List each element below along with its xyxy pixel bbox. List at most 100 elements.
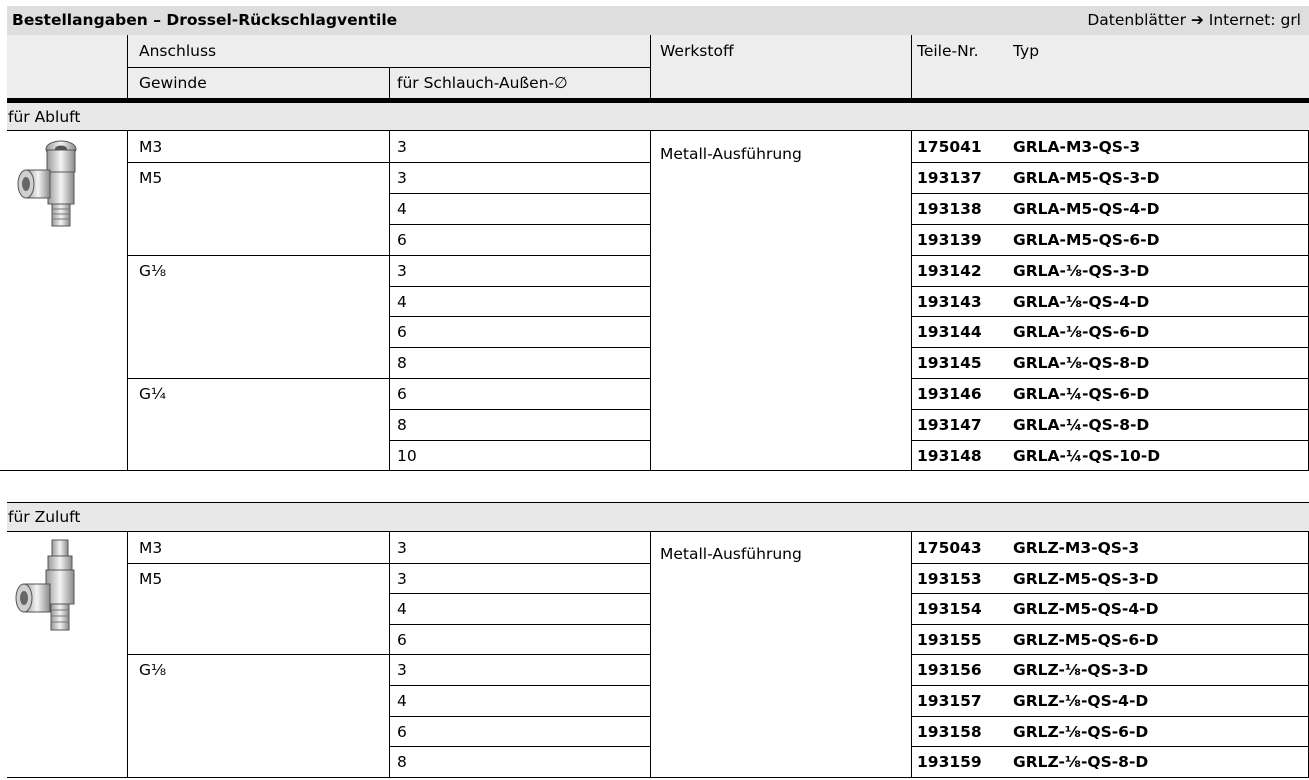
row-divider [389,347,650,348]
type-code: GRLZ-M3-QS-3 [1013,539,1140,557]
col-header-typ: Typ [1013,42,1040,60]
part-number: 175041 [917,138,982,156]
schlauch-cell: 8 [397,354,407,372]
gewinde-cell: M3 [139,138,163,156]
part-number: 193155 [917,631,982,649]
page-title: Bestellangaben – Drossel-Rückschlagventi… [12,11,398,29]
schlauch-cell: 6 [397,323,407,341]
col-divider [389,67,390,99]
row-divider [911,593,1309,594]
section-title: für Abluft [8,108,81,126]
schlauch-cell: 3 [397,138,407,156]
schlauch-cell: 3 [397,169,407,187]
schlauch-cell: 8 [397,753,407,771]
row-divider [389,255,650,256]
supply-valve-icon [15,539,75,631]
part-number: 193146 [917,385,982,403]
row-divider [911,624,1309,625]
row-divider [911,316,1309,317]
gewinde-cell: G⅛ [139,661,167,679]
gewinde-cell: G¼ [139,385,167,403]
col-divider [650,131,651,471]
row-divider [389,409,650,410]
section-rule [7,531,1309,532]
section-rule [7,130,1309,131]
part-number: 193156 [917,661,982,679]
row-divider [911,378,1309,379]
table-bottom-rule [7,777,1309,778]
row-divider [911,162,1309,163]
type-code: GRLA-M5-QS-6-D [1013,231,1160,249]
part-number: 193159 [917,753,982,771]
row-divider [389,316,650,317]
schlauch-cell: 10 [397,447,417,465]
exhaust-valve-icon [17,140,77,227]
type-code: GRLZ-M5-QS-4-D [1013,600,1159,618]
type-code: GRLA-M3-QS-3 [1013,138,1141,156]
schlauch-cell: 6 [397,231,407,249]
row-divider [911,746,1309,747]
row-divider [389,563,650,564]
row-divider [127,255,389,256]
row-divider [389,162,650,163]
header-divider [127,67,650,68]
part-number: 193143 [917,293,982,311]
row-divider [389,286,650,287]
type-code: GRLA-⅛-QS-4-D [1013,293,1150,311]
part-number: 193157 [917,692,982,710]
row-divider [389,716,650,717]
part-number: 193147 [917,416,982,434]
part-number: 193153 [917,570,982,588]
row-divider [911,563,1309,564]
type-code: GRLA-¼-QS-10-D [1013,447,1161,465]
schlauch-cell: 3 [397,262,407,280]
col-divider [389,131,390,471]
schlauch-cell: 4 [397,692,407,710]
section-end-rule [0,470,1309,471]
type-code: GRLA-¼-QS-6-D [1013,385,1150,403]
col-header-anschluss: Anschluss [139,42,217,60]
col-header-schlauch: für Schlauch-Außen-∅ [397,74,568,92]
col-header-teilenr: Teile-Nr. [917,42,979,60]
part-number: 193145 [917,354,982,372]
part-number: 193158 [917,723,982,741]
part-number: 175043 [917,539,982,557]
type-code: GRLA-M5-QS-3-D [1013,169,1160,187]
schlauch-cell: 3 [397,661,407,679]
row-divider [389,624,650,625]
type-code: GRLZ-⅛-QS-8-D [1013,753,1149,771]
row-divider [389,685,650,686]
type-code: GRLA-⅛-QS-8-D [1013,354,1150,372]
gewinde-cell: M5 [139,570,163,588]
col-header-werkstoff: Werkstoff [660,42,734,60]
col-divider [127,131,128,471]
row-divider [911,347,1309,348]
datasheet-reference: Datenblätter ➔ Internet: grl [1087,11,1301,29]
type-code: GRLA-M5-QS-4-D [1013,200,1160,218]
type-code: GRLA-⅛-QS-3-D [1013,262,1150,280]
row-divider [911,193,1309,194]
row-divider [911,255,1309,256]
section-bar [7,103,1309,131]
schlauch-cell: 6 [397,385,407,403]
col-divider [650,532,651,777]
row-divider [389,593,650,594]
row-divider [911,224,1309,225]
schlauch-cell: 4 [397,293,407,311]
row-divider [911,286,1309,287]
section-bar [7,503,1309,531]
gewinde-cell: M5 [139,169,163,187]
row-divider [389,224,650,225]
type-code: GRLZ-⅛-QS-6-D [1013,723,1149,741]
row-divider [911,654,1309,655]
part-number: 193144 [917,323,982,341]
part-number: 193138 [917,200,982,218]
werkstoff-cell: Metall-Ausführung [660,545,802,563]
row-divider [127,654,389,655]
section-title: für Zuluft [8,508,81,526]
part-number: 193139 [917,231,982,249]
part-number: 193142 [917,262,982,280]
gewinde-cell: M3 [139,539,163,557]
col-divider [911,131,912,471]
row-divider [127,378,389,379]
